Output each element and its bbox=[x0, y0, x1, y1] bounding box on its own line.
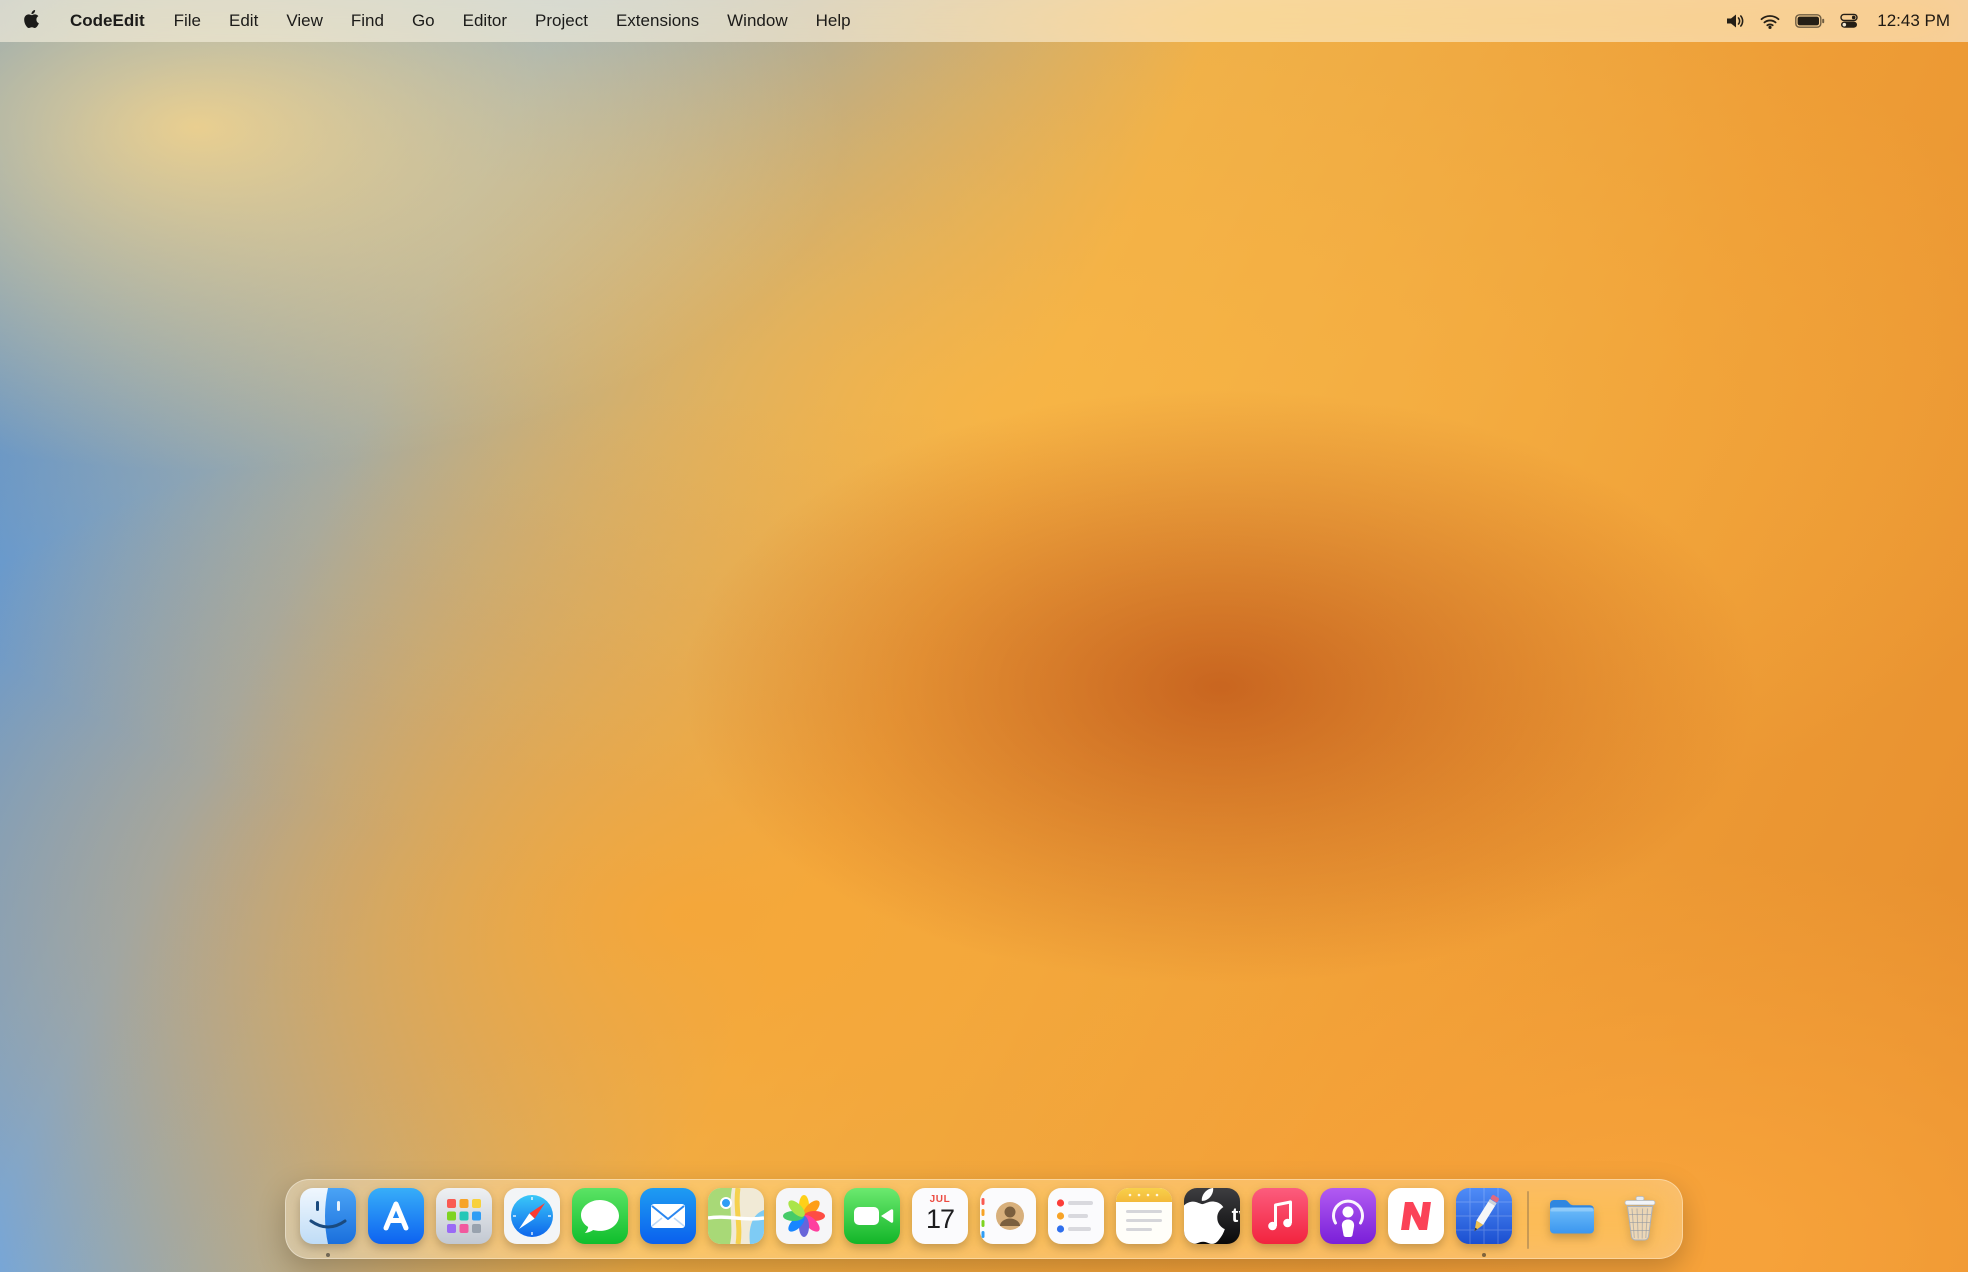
podcasts-icon bbox=[1320, 1188, 1376, 1244]
menu-bar-status-area: 12:43 PM bbox=[1725, 0, 1968, 42]
finder-icon bbox=[300, 1188, 356, 1244]
dock-item-safari[interactable] bbox=[502, 1180, 562, 1260]
menu-find[interactable]: Find bbox=[337, 0, 398, 42]
menu-view[interactable]: View bbox=[272, 0, 337, 42]
control-center-icon[interactable] bbox=[1840, 0, 1858, 42]
dock-item-codeedit[interactable] bbox=[1454, 1180, 1514, 1260]
dock-item-maps[interactable] bbox=[706, 1180, 766, 1260]
dock-item-facetime[interactable] bbox=[842, 1180, 902, 1260]
dock-item-mail[interactable] bbox=[638, 1180, 698, 1260]
menu-bar-left: CodeEdit File Edit View Find Go Editor P… bbox=[0, 0, 865, 42]
mail-icon bbox=[640, 1188, 696, 1244]
dock-item-reminders[interactable] bbox=[1046, 1180, 1106, 1260]
tv-label: tv bbox=[1232, 1206, 1240, 1226]
tv-icon: tv bbox=[1184, 1188, 1240, 1244]
dock-item-contacts[interactable] bbox=[978, 1180, 1038, 1260]
menu-project[interactable]: Project bbox=[521, 0, 602, 42]
maps-icon bbox=[708, 1188, 764, 1244]
menu-go[interactable]: Go bbox=[398, 0, 449, 42]
desktop-wallpaper[interactable] bbox=[0, 0, 1968, 1272]
menu-file[interactable]: File bbox=[160, 0, 215, 42]
reminders-icon bbox=[1048, 1188, 1104, 1244]
dock-item-folder[interactable] bbox=[1542, 1180, 1602, 1260]
dock-item-trash[interactable] bbox=[1610, 1180, 1670, 1260]
dock-separator bbox=[1527, 1191, 1529, 1249]
calendar-icon: JUL 17 bbox=[912, 1188, 968, 1244]
tv-apple-glyph bbox=[1184, 1188, 1230, 1244]
trash-icon bbox=[1612, 1188, 1668, 1244]
messages-icon bbox=[572, 1188, 628, 1244]
launchpad-icon bbox=[436, 1188, 492, 1244]
codeedit-icon bbox=[1456, 1188, 1512, 1244]
photos-icon bbox=[776, 1188, 832, 1244]
dock: JUL 17 bbox=[285, 1179, 1683, 1259]
volume-icon[interactable] bbox=[1725, 0, 1745, 42]
menu-help[interactable]: Help bbox=[802, 0, 865, 42]
dock-item-finder[interactable] bbox=[298, 1180, 358, 1260]
running-indicator bbox=[326, 1253, 330, 1257]
battery-icon[interactable] bbox=[1795, 0, 1825, 42]
dock-item-launchpad[interactable] bbox=[434, 1180, 494, 1260]
music-icon bbox=[1252, 1188, 1308, 1244]
dock-item-calendar[interactable]: JUL 17 bbox=[910, 1180, 970, 1260]
notes-icon bbox=[1116, 1188, 1172, 1244]
dock-item-tv[interactable]: tv bbox=[1182, 1180, 1242, 1260]
dock-item-podcasts[interactable] bbox=[1318, 1180, 1378, 1260]
news-icon bbox=[1388, 1188, 1444, 1244]
app-store-icon bbox=[368, 1188, 424, 1244]
apple-logo-icon bbox=[24, 10, 39, 33]
dock-item-music[interactable] bbox=[1250, 1180, 1310, 1260]
menu-editor[interactable]: Editor bbox=[449, 0, 521, 42]
contacts-icon bbox=[980, 1188, 1036, 1244]
dock-item-news[interactable] bbox=[1386, 1180, 1446, 1260]
dock-item-notes[interactable] bbox=[1114, 1180, 1174, 1260]
active-app-menu[interactable]: CodeEdit bbox=[55, 0, 160, 42]
safari-icon bbox=[504, 1188, 560, 1244]
menu-bar-clock[interactable]: 12:43 PM bbox=[1873, 11, 1950, 31]
dock-item-photos[interactable] bbox=[774, 1180, 834, 1260]
menu-extensions[interactable]: Extensions bbox=[602, 0, 713, 42]
menu-edit[interactable]: Edit bbox=[215, 0, 272, 42]
calendar-day-label: 17 bbox=[926, 1205, 954, 1233]
facetime-icon bbox=[844, 1188, 900, 1244]
running-indicator bbox=[1482, 1253, 1486, 1257]
menu-bar: CodeEdit File Edit View Find Go Editor P… bbox=[0, 0, 1968, 42]
dock-item-app-store[interactable] bbox=[366, 1180, 426, 1260]
folder-icon bbox=[1544, 1188, 1600, 1244]
apple-menu[interactable] bbox=[0, 0, 55, 42]
menu-window[interactable]: Window bbox=[713, 0, 801, 42]
dock-item-messages[interactable] bbox=[570, 1180, 630, 1260]
wifi-icon[interactable] bbox=[1760, 0, 1780, 42]
